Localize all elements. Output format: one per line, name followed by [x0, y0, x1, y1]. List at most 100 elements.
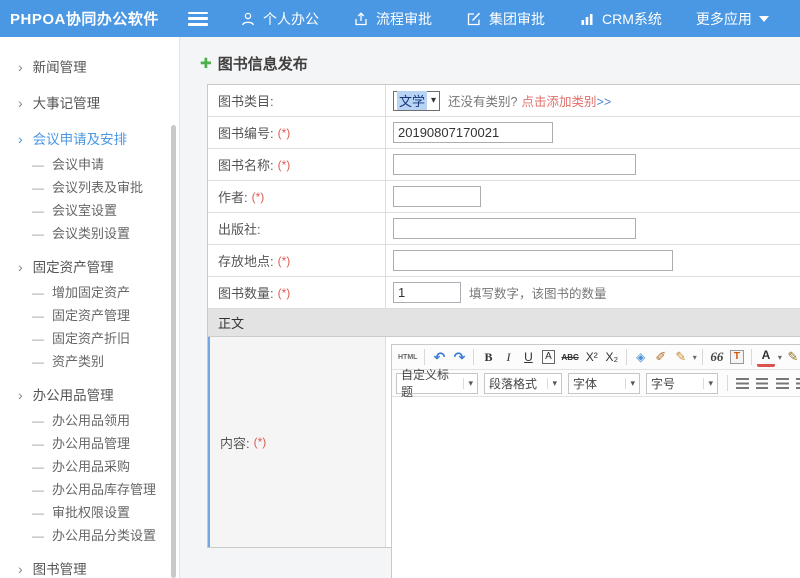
align-left-icon[interactable]	[733, 374, 751, 393]
publisher-label: 出版社:	[218, 219, 261, 238]
quantity-label: 图书数量:	[218, 283, 274, 302]
content-label: 内容:	[220, 433, 250, 452]
form-row-location: 存放地点:(*)	[208, 245, 800, 277]
location-input[interactable]	[393, 250, 673, 271]
sidebar-group-office-supplies[interactable]: 办公用品管理	[0, 382, 179, 409]
clear-format-icon[interactable]: ✐	[652, 348, 670, 367]
category-hint: 还没有类别?	[448, 91, 517, 110]
book-code-input[interactable]	[393, 122, 553, 143]
name-label: 图书名称:	[218, 155, 274, 174]
topbar: PHPOA协同办公软件 个人办公 流程审批 集团审批	[0, 0, 800, 37]
form-row-code: 图书编号:(*)	[208, 117, 800, 149]
sidebar-group-fixed-assets[interactable]: 固定资产管理	[0, 254, 179, 281]
sidebar-item-supplies-purchase[interactable]: 办公用品采购	[0, 455, 179, 478]
add-icon: ✚	[200, 55, 212, 72]
category-label: 图书类目:	[218, 91, 274, 110]
undo-icon[interactable]: ↶	[430, 348, 448, 367]
editor-toolbar-row2: 自定义标题 段落格式 字体 字号 ∞	[392, 370, 800, 397]
eraser-icon[interactable]: ◈	[632, 348, 650, 367]
book-form: 图书类目: 文学 还没有类别? 点击添加类别>> 图书编号:(*) 图书名称:(…	[207, 84, 800, 548]
html-source-button[interactable]: HTML	[396, 348, 419, 367]
page-header: ✚ 图书信息发布	[180, 37, 800, 84]
format-brush-caret[interactable]: ▾	[693, 353, 697, 362]
border-text-icon[interactable]: A	[542, 350, 555, 364]
highlight-icon[interactable]: ✎	[784, 348, 800, 367]
rich-text-editor: HTML ↶ ↷ B I U A ABC X²	[391, 344, 800, 578]
add-category-link[interactable]: 点击添加类别	[522, 95, 597, 109]
form-row-category: 图书类目: 文学 还没有类别? 点击添加类别>>	[208, 85, 800, 117]
form-row-publisher: 出版社:	[208, 213, 800, 245]
sidebar: 新闻管理 大事记管理 会议申请及安排 会议申请 会议列表及审批 会议室设置 会议…	[0, 37, 180, 578]
font-family-dropdown[interactable]: 字体	[568, 373, 640, 394]
top-nav: 个人办公 流程审批 集团审批 CRM系统 更多应用	[240, 9, 769, 29]
body-section-bar: 正文	[208, 309, 800, 337]
form-row-name: 图书名称:(*)	[208, 149, 800, 181]
code-label: 图书编号:	[218, 123, 274, 142]
font-color-icon[interactable]: A	[757, 348, 775, 367]
form-row-quantity: 图书数量:(*) 填写数字，该图书的数量	[208, 277, 800, 309]
font-size-dropdown[interactable]: 字号	[646, 373, 718, 394]
sidebar-item-approval-permission-settings[interactable]: 审批权限设置	[0, 501, 179, 524]
paste-text-icon[interactable]: T	[730, 350, 744, 364]
main-content: ✚ 图书信息发布 图书类目: 文学 还没有类别? 点击添加类别>> 图书编号:(…	[180, 37, 800, 578]
publisher-input[interactable]	[393, 218, 636, 239]
nav-group-approval[interactable]: 集团审批	[466, 9, 545, 29]
editor-content-area[interactable]	[392, 397, 800, 578]
nav-more-apps[interactable]: 更多应用	[696, 9, 769, 29]
sidebar-group-meeting[interactable]: 会议申请及安排	[0, 126, 179, 153]
quantity-hint: 填写数字，该图书的数量	[469, 283, 607, 302]
underline-icon[interactable]: U	[519, 348, 537, 367]
paragraph-format-dropdown[interactable]: 段落格式	[484, 373, 562, 394]
nav-crm-system[interactable]: CRM系统	[579, 9, 662, 29]
sidebar-item-asset-category[interactable]: 资产类别	[0, 350, 179, 373]
sidebar-item-supplies-manage[interactable]: 办公用品管理	[0, 432, 179, 455]
app-logo: PHPOA协同办公软件	[0, 8, 180, 29]
subscript-icon[interactable]: X₂	[603, 348, 621, 367]
crm-chart-icon	[579, 11, 595, 27]
sidebar-item-meeting-list-approval[interactable]: 会议列表及审批	[0, 176, 179, 199]
author-input[interactable]	[393, 186, 481, 207]
form-row-author: 作者:(*)	[208, 181, 800, 213]
user-icon	[240, 11, 256, 27]
custom-heading-dropdown[interactable]: 自定义标题	[396, 373, 478, 394]
add-category-arrows[interactable]: >>	[597, 95, 612, 109]
sidebar-item-meeting-category-settings[interactable]: 会议类别设置	[0, 222, 179, 245]
category-select[interactable]: 文学	[393, 91, 440, 111]
nav-process-approval[interactable]: 流程审批	[353, 9, 432, 29]
menu-toggle-icon[interactable]	[188, 12, 208, 26]
form-row-content: 内容:(*) HTML ↶ ↷ B I U	[208, 337, 800, 547]
sidebar-item-meeting-apply[interactable]: 会议申请	[0, 153, 179, 176]
author-label: 作者:	[218, 187, 248, 206]
bold-icon[interactable]: B	[479, 348, 497, 367]
superscript-icon[interactable]: X²	[583, 348, 601, 367]
sidebar-group-books[interactable]: 图书管理	[0, 556, 179, 578]
app-window: PHPOA协同办公软件 个人办公 流程审批 集团审批	[0, 0, 800, 578]
redo-icon[interactable]: ↷	[450, 348, 468, 367]
quantity-input[interactable]	[393, 282, 461, 303]
group-approval-icon	[466, 11, 482, 27]
sidebar-item-fixed-asset-manage[interactable]: 固定资产管理	[0, 304, 179, 327]
align-justify-icon[interactable]	[793, 374, 800, 393]
sidebar-item-supplies-claim[interactable]: 办公用品领用	[0, 409, 179, 432]
sidebar-scrollbar[interactable]	[171, 125, 176, 578]
format-brush-icon[interactable]: ✎	[672, 348, 690, 367]
location-label: 存放地点:	[218, 251, 274, 270]
strikethrough-icon[interactable]: ABC	[559, 348, 580, 367]
sidebar-item-fixed-asset-depreciation[interactable]: 固定资产折旧	[0, 327, 179, 350]
book-name-input[interactable]	[393, 154, 636, 175]
italic-icon[interactable]: I	[499, 348, 517, 367]
nav-personal-office[interactable]: 个人办公	[240, 9, 319, 29]
blockquote-icon[interactable]: 66	[708, 348, 726, 367]
sidebar-group-memorabilia[interactable]: 大事记管理	[0, 90, 179, 117]
page-title: 图书信息发布	[218, 53, 308, 74]
sidebar-group-news[interactable]: 新闻管理	[0, 54, 179, 81]
process-approval-icon	[353, 11, 369, 27]
sidebar-item-supplies-inventory[interactable]: 办公用品库存管理	[0, 478, 179, 501]
sidebar-item-add-fixed-asset[interactable]: 增加固定资产	[0, 281, 179, 304]
align-center-icon[interactable]	[753, 374, 771, 393]
caret-down-icon	[759, 16, 769, 22]
sidebar-item-supplies-category-settings[interactable]: 办公用品分类设置	[0, 524, 179, 547]
font-color-caret[interactable]: ▾	[778, 353, 782, 362]
align-right-icon[interactable]	[773, 374, 791, 393]
sidebar-item-meeting-room-settings[interactable]: 会议室设置	[0, 199, 179, 222]
